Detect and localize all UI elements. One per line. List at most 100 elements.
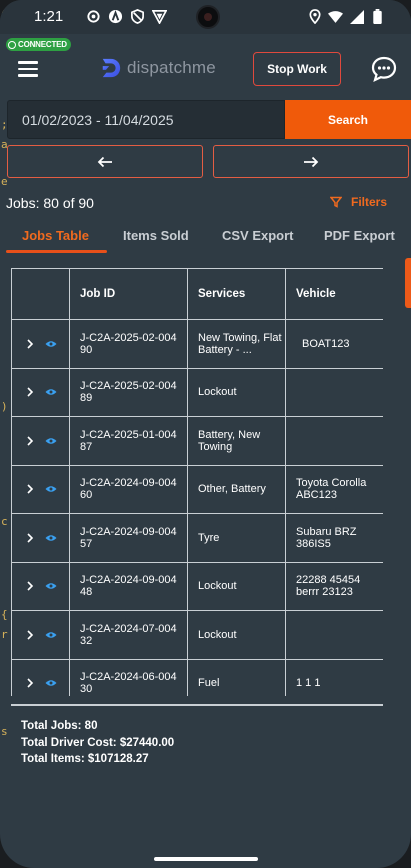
tab-items-sold[interactable]: Items Sold: [123, 228, 189, 243]
vehicle-cell: Subaru BRZ 386IS5: [285, 513, 383, 563]
jobs-table-container[interactable]: Job ID Services Vehicle J-C2A-2025-02-00…: [11, 268, 383, 696]
app-a-notification-icon: [108, 9, 123, 24]
row-actions-cell: [11, 610, 70, 660]
wifi-icon: [328, 9, 343, 24]
vehicle-cell: 22288 45454 berrr 23123: [285, 561, 383, 611]
job-id-cell: J-C2A-2024-06-004 30: [69, 658, 188, 696]
table-row[interactable]: J-C2A-2024-09-004 48 Lockout 22288 45454 b…: [11, 561, 383, 611]
table-row[interactable]: J-C2A-2024-07-004 32 Lockout: [11, 610, 383, 660]
column-header-actions: [11, 268, 70, 320]
battery-icon: [370, 9, 385, 24]
status-time: 1:21: [34, 8, 64, 25]
table-row[interactable]: J-C2A-2024-09-004 57 Tyre Subaru BRZ 386IS…: [11, 513, 383, 563]
arrow-left-icon: [97, 156, 112, 167]
dispatchme-logo: dispatchme: [100, 57, 216, 79]
expand-row-chevron-icon[interactable]: [26, 678, 34, 688]
settings-notification-icon: [86, 9, 101, 24]
services-cell: Battery, New Towing: [187, 416, 286, 466]
status-bar: 1:21: [0, 0, 411, 34]
filter-icon: [330, 196, 342, 208]
tab-pdf-export[interactable]: PDF Export: [324, 228, 395, 243]
job-id-cell: J-C2A-2024-09-004 60: [69, 464, 188, 514]
row-actions-cell: [11, 464, 70, 514]
column-header-job-id: Job ID: [69, 268, 188, 320]
expand-row-chevron-icon[interactable]: [26, 387, 34, 397]
vpn-notification-icon: [152, 9, 167, 24]
expand-row-chevron-icon[interactable]: [26, 581, 34, 591]
logo-text: dispatchme: [127, 58, 216, 77]
totals-summary: Total Jobs: 80 Total Driver Cost: $27440…: [21, 718, 174, 768]
expand-row-chevron-icon[interactable]: [26, 436, 34, 446]
jobs-count: Jobs: 80 of 90: [6, 195, 94, 211]
view-job-eye-icon[interactable]: [45, 437, 57, 445]
vehicle-cell: [285, 416, 383, 466]
row-actions-cell: [11, 319, 70, 369]
table-row[interactable]: J-C2A-2025-02-004 89 Lockout: [11, 367, 383, 417]
search-button[interactable]: Search: [285, 100, 411, 139]
app-header: dispatchme Stop Work: [0, 50, 411, 90]
services-cell: Other, Battery: [187, 464, 286, 514]
table-row[interactable]: J-C2A-2025-02-004 90 New Towing, Flat Bat…: [11, 319, 383, 369]
services-cell: Tyre: [187, 513, 286, 563]
view-job-eye-icon[interactable]: [45, 631, 57, 639]
scrollbar-thumb[interactable]: [405, 258, 411, 308]
row-actions-cell: [11, 658, 70, 696]
connection-label: CONNECTED: [18, 40, 67, 49]
view-job-eye-icon[interactable]: [45, 340, 57, 348]
stop-work-button[interactable]: Stop Work: [253, 52, 341, 86]
home-indicator[interactable]: [154, 857, 258, 861]
date-range-input[interactable]: 01/02/2023 - 11/04/2025: [7, 100, 285, 139]
app-screen: S ; a e ) c { r s 1:21: [0, 0, 411, 868]
expand-row-chevron-icon[interactable]: [26, 484, 34, 494]
filters-label: Filters: [351, 195, 388, 209]
arrow-right-icon: [304, 156, 319, 167]
services-cell: Lockout: [187, 610, 286, 660]
row-actions-cell: [11, 367, 70, 417]
table-header-row: Job ID Services Vehicle: [11, 268, 383, 320]
vehicle-cell: Toyota Corolla ABC123: [285, 464, 383, 514]
expand-row-chevron-icon[interactable]: [26, 533, 34, 543]
tab-csv-export[interactable]: CSV Export: [222, 228, 294, 243]
status-notification-icons: [86, 9, 167, 24]
status-system-icons: [307, 9, 385, 24]
row-actions-cell: [11, 561, 70, 611]
view-job-eye-icon[interactable]: [45, 582, 57, 590]
filters-button[interactable]: Filters: [330, 195, 387, 209]
column-header-vehicle: Vehicle: [285, 268, 383, 320]
job-id-cell: J-C2A-2025-02-004 90: [69, 319, 188, 369]
vehicle-cell: [285, 610, 383, 660]
view-job-eye-icon[interactable]: [45, 388, 57, 396]
table-row[interactable]: J-C2A-2024-06-004 30 Fuel 1 1 1: [11, 658, 383, 696]
shield-notification-icon: [130, 9, 145, 24]
tab-bar: Jobs Table Items Sold CSV Export PDF Exp…: [0, 226, 411, 254]
active-tab-indicator: [6, 250, 107, 253]
total-jobs: Total Jobs: 80: [21, 720, 98, 732]
expand-row-chevron-icon[interactable]: [26, 630, 34, 640]
chat-icon[interactable]: [370, 55, 398, 83]
jobs-table: Job ID Services Vehicle J-C2A-2025-02-00…: [11, 268, 383, 696]
table-row[interactable]: J-C2A-2025-01-004 87 Battery, New Towing: [11, 416, 383, 466]
previous-page-button[interactable]: [7, 145, 203, 178]
tab-jobs-table[interactable]: Jobs Table: [22, 228, 89, 243]
row-actions-cell: [11, 416, 70, 466]
connected-status-icon: [8, 40, 16, 49]
vehicle-cell: BOAT123: [285, 319, 383, 369]
total-items: Total Items: $107128.27: [21, 753, 149, 765]
next-page-button[interactable]: [213, 145, 409, 178]
vehicle-cell: 1 1 1: [285, 658, 383, 696]
services-cell: Lockout: [187, 561, 286, 611]
table-row[interactable]: J-C2A-2024-09-004 60 Other, Battery Toyota…: [11, 464, 383, 514]
front-camera: [196, 5, 220, 29]
services-cell: New Towing, Flat Battery - ...: [187, 319, 286, 369]
view-job-eye-icon[interactable]: [45, 534, 57, 542]
vehicle-cell: [285, 367, 383, 417]
table-bottom-border: [11, 704, 383, 706]
services-cell: Fuel: [187, 658, 286, 696]
job-id-cell: J-C2A-2024-07-004 32: [69, 610, 188, 660]
expand-row-chevron-icon[interactable]: [26, 339, 34, 349]
view-job-eye-icon[interactable]: [45, 485, 57, 493]
job-id-cell: J-C2A-2025-02-004 89: [69, 367, 188, 417]
services-cell: Lockout: [187, 367, 286, 417]
view-job-eye-icon[interactable]: [45, 679, 57, 687]
menu-hamburger-icon[interactable]: [18, 61, 38, 77]
